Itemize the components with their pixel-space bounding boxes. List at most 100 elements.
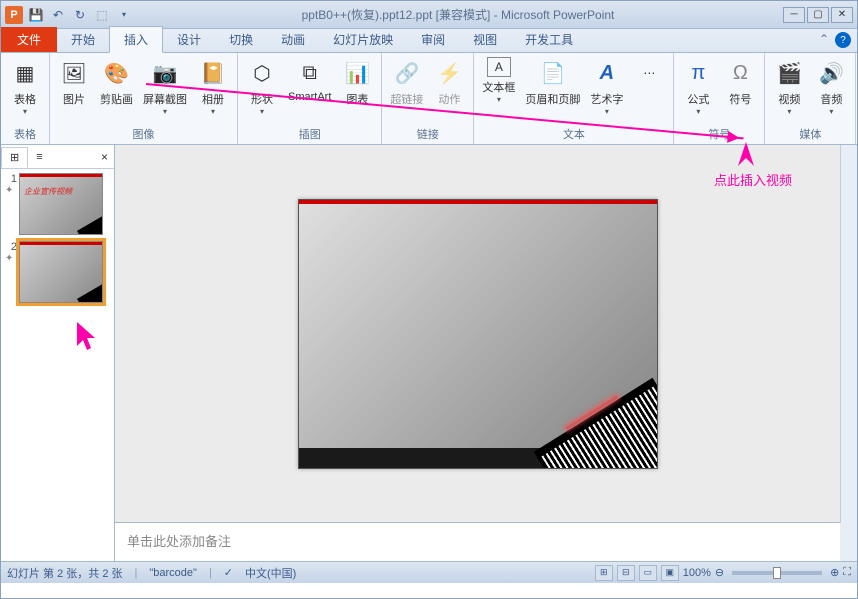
save-icon[interactable]: 💾 <box>27 6 45 24</box>
ribbon-minimize-icon[interactable]: ⌃ <box>819 32 829 48</box>
minimize-button[interactable]: ─ <box>783 7 805 23</box>
help-icon[interactable]: ? <box>835 32 851 48</box>
more-icon: ⋯ <box>633 57 665 89</box>
smartart-icon: ⧉ <box>294 57 326 89</box>
barcode-graphic <box>533 377 657 468</box>
animation-icon: ✦ <box>5 253 19 264</box>
thumbnails: 1✦ 企业宣传视频 2✦ <box>1 169 114 313</box>
album-button[interactable]: 📔相册▾ <box>193 55 233 118</box>
slide-red-bar <box>299 200 657 204</box>
tab-transition[interactable]: 切换 <box>215 27 267 52</box>
normal-view-button[interactable]: ⊞ <box>595 565 613 581</box>
help-area: ⌃ ? <box>819 32 851 48</box>
group-images: 🖼图片 🎨剪贴画 📷屏幕截图▾ 📔相册▾ 图像 <box>50 53 238 144</box>
thumb-2[interactable] <box>19 241 103 303</box>
statusbar: 幻灯片 第 2 张，共 2 张 | "barcode" | ✓ 中文(中国) ⊞… <box>1 561 857 583</box>
content-area: ⊞ ≡ × 1✦ 企业宣传视频 2✦ 单 <box>1 145 857 561</box>
chevron-down-icon: ▾ <box>605 107 609 116</box>
chevron-down-icon: ▾ <box>211 107 215 116</box>
video-button[interactable]: 🎬视频▾ <box>769 55 809 118</box>
zoom-slider[interactable] <box>732 571 822 575</box>
tab-view[interactable]: 视图 <box>459 27 511 52</box>
equation-button[interactable]: π公式▾ <box>678 55 718 118</box>
wordart-icon: A <box>591 57 623 89</box>
group-symbols: π公式▾ Ω符号 符号 <box>674 53 765 144</box>
zoom-out-button[interactable]: ⊖ <box>715 566 724 579</box>
group-links: 🔗超链接 ⚡动作 链接 <box>382 53 474 144</box>
picture-icon: 🖼 <box>58 57 90 89</box>
slide-editor[interactable] <box>115 145 840 523</box>
slideshow-view-button[interactable]: ▣ <box>661 565 679 581</box>
chevron-down-icon: ▾ <box>497 95 501 104</box>
textbox-button[interactable]: A文本框▾ <box>478 55 519 106</box>
slide-canvas[interactable] <box>298 199 658 469</box>
chevron-down-icon: ▾ <box>787 107 791 116</box>
qat-item-icon[interactable]: ⬚ <box>93 6 111 24</box>
tab-insert[interactable]: 插入 <box>109 26 163 53</box>
titlebar: P 💾 ↶ ↻ ⬚ ▾ pptB0++(恢复).ppt12.ppt [兼容模式]… <box>1 1 857 29</box>
zoom-level[interactable]: 100% <box>683 567 711 579</box>
group-label: 插图 <box>242 124 377 144</box>
group-label: 文本 <box>478 124 669 144</box>
tab-review[interactable]: 审阅 <box>407 27 459 52</box>
tab-developer[interactable]: 开发工具 <box>511 27 587 52</box>
audio-button[interactable]: 🔊音频▾ <box>811 55 851 118</box>
clipart-icon: 🎨 <box>101 57 133 89</box>
chevron-down-icon: ▾ <box>23 107 27 116</box>
symbol-icon: Ω <box>724 57 756 89</box>
chevron-down-icon: ▾ <box>260 107 264 116</box>
panel-tabs: ⊞ ≡ × <box>1 145 114 169</box>
chevron-down-icon: ▾ <box>829 107 833 116</box>
ribbon: ▦表格▾ 表格 🖼图片 🎨剪贴画 📷屏幕截图▾ 📔相册▾ 图像 ⬡形状▾ ⧉Sm… <box>1 53 857 145</box>
close-button[interactable]: ✕ <box>831 7 853 23</box>
ribbon-tabs: 文件 开始 插入 设计 切换 动画 幻灯片放映 审阅 视图 开发工具 ⌃ ? <box>1 29 857 53</box>
thumb-row[interactable]: 1✦ 企业宣传视频 <box>5 173 110 235</box>
clipart-button[interactable]: 🎨剪贴画 <box>96 55 137 109</box>
thumb-row[interactable]: 2✦ <box>5 241 110 303</box>
undo-icon[interactable]: ↶ <box>49 6 67 24</box>
slide-panel: ⊞ ≡ × 1✦ 企业宣传视频 2✦ <box>1 145 115 561</box>
outline-tab[interactable]: ≡ <box>28 148 50 166</box>
group-tables: ▦表格▾ 表格 <box>1 53 50 144</box>
group-label: 表格 <box>5 124 45 144</box>
notes-pane[interactable]: 单击此处添加备注 <box>115 523 857 561</box>
panel-close[interactable]: × <box>95 150 114 164</box>
fit-window-button[interactable]: ⛶ <box>843 566 851 579</box>
sorter-view-button[interactable]: ⊟ <box>617 565 635 581</box>
qat-dropdown-icon[interactable]: ▾ <box>115 6 133 24</box>
symbol-button[interactable]: Ω符号 <box>720 55 760 109</box>
tab-animation[interactable]: 动画 <box>267 27 319 52</box>
group-media: 🎬视频▾ 🔊音频▾ 媒体 <box>765 53 856 144</box>
main-area: 单击此处添加备注 <box>115 145 857 561</box>
tab-file[interactable]: 文件 <box>1 27 57 52</box>
text-more-button[interactable]: ⋯ <box>629 55 669 93</box>
reading-view-button[interactable]: ▭ <box>639 565 657 581</box>
equation-icon: π <box>682 57 714 89</box>
thumb-number: 2 <box>5 241 19 253</box>
powerpoint-icon: P <box>5 6 23 24</box>
spellcheck-icon[interactable]: ✓ <box>224 566 233 579</box>
status-lang[interactable]: 中文(中国) <box>245 565 296 581</box>
table-icon: ▦ <box>9 57 41 89</box>
video-icon: 🎬 <box>773 57 805 89</box>
headerfooter-button[interactable]: 📄页眉和页脚 <box>521 55 584 109</box>
wordart-button[interactable]: A艺术字▾ <box>586 55 627 118</box>
zoom-in-button[interactable]: ⊕ <box>830 566 839 579</box>
annotation-cursor-2 <box>736 140 756 168</box>
redo-icon[interactable]: ↻ <box>71 6 89 24</box>
tab-slideshow[interactable]: 幻灯片放映 <box>319 27 407 52</box>
thumb-number: 1 <box>5 173 19 185</box>
animation-icon: ✦ <box>5 185 19 196</box>
tab-home[interactable]: 开始 <box>57 27 109 52</box>
status-slide: 幻灯片 第 2 张，共 2 张 <box>7 565 123 581</box>
thumb-1[interactable]: 企业宣传视频 <box>19 173 103 235</box>
shapes-button[interactable]: ⬡形状▾ <box>242 55 282 118</box>
hyperlink-icon: 🔗 <box>391 57 423 89</box>
maximize-button[interactable]: ▢ <box>807 7 829 23</box>
textbox-icon: A <box>487 57 511 77</box>
picture-button[interactable]: 🖼图片 <box>54 55 94 109</box>
slides-tab[interactable]: ⊞ <box>1 147 28 168</box>
tab-design[interactable]: 设计 <box>163 27 215 52</box>
vertical-scrollbar[interactable] <box>840 145 857 523</box>
table-button[interactable]: ▦表格▾ <box>5 55 45 118</box>
